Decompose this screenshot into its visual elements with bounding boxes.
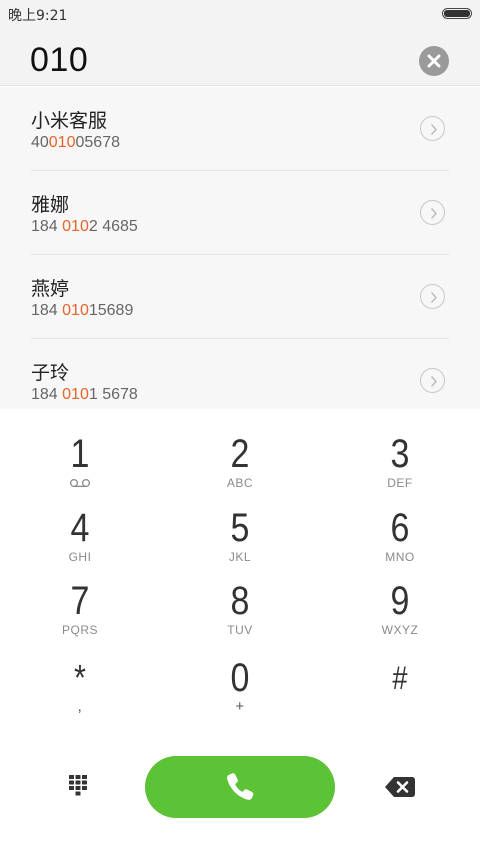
contact-number: 184 01015689 xyxy=(31,302,134,319)
matched-digits: 010 xyxy=(62,218,89,235)
matched-digits: 010 xyxy=(48,134,76,151)
key-star[interactable]: * , xyxy=(0,657,160,727)
key-0[interactable]: 0 + xyxy=(160,657,320,727)
key-1[interactable]: 1 xyxy=(0,433,160,503)
battery-icon xyxy=(442,8,472,19)
contact-name: 雅娜 xyxy=(31,194,70,216)
key-3[interactable]: 3 DEF xyxy=(320,433,480,503)
backspace-icon xyxy=(385,777,415,797)
contact-detail-button[interactable] xyxy=(420,368,445,393)
dialed-number: 010 xyxy=(30,41,89,79)
clear-icon xyxy=(427,54,441,68)
key-2[interactable]: 2 ABC xyxy=(160,433,320,503)
contact-name: 子玲 xyxy=(31,362,70,384)
status-time: 晚上9:21 xyxy=(8,8,68,24)
key-digit: 6 xyxy=(390,506,410,550)
voicemail-icon xyxy=(69,478,91,488)
key-digit: 3 xyxy=(390,432,410,476)
contact-name: 燕婷 xyxy=(31,278,70,300)
contact-suggestion-list[interactable]: 小米客服 4001005678 雅娜 184 0102 4685 燕婷 184 … xyxy=(0,87,480,409)
key-letters: WXYZ xyxy=(381,623,419,637)
chevron-right-icon xyxy=(430,291,438,304)
key-hash[interactable]: # xyxy=(320,657,480,727)
key-letters: + xyxy=(235,698,245,715)
chevron-right-icon xyxy=(430,123,438,136)
key-digit: 4 xyxy=(70,506,90,550)
contact-detail-button[interactable] xyxy=(420,200,445,225)
key-9[interactable]: 9 WXYZ xyxy=(320,580,480,650)
key-letters: ABC xyxy=(226,476,254,490)
key-digit: 0 xyxy=(230,656,250,700)
contact-number: 184 0102 4685 xyxy=(31,218,138,235)
contact-name: 小米客服 xyxy=(31,110,108,132)
call-button[interactable] xyxy=(145,756,335,818)
matched-digits: 010 xyxy=(62,386,89,403)
key-letters: JKL xyxy=(228,550,252,564)
contact-number: 4001005678 xyxy=(31,134,120,151)
key-letters: MNO xyxy=(385,550,415,564)
key-digit: 5 xyxy=(230,506,250,550)
battery-level xyxy=(444,10,470,17)
key-5[interactable]: 5 JKL xyxy=(160,507,320,577)
phone-icon xyxy=(227,773,254,800)
chevron-right-icon xyxy=(430,375,438,388)
dialpad-grid-icon xyxy=(69,775,87,796)
clear-button[interactable] xyxy=(419,46,449,76)
key-digit: 2 xyxy=(230,432,250,476)
key-letters: TUV xyxy=(227,623,253,637)
key-digit: 7 xyxy=(70,579,90,623)
matched-digits: 010 xyxy=(62,302,89,319)
key-letters: GHI xyxy=(68,550,92,564)
status-bar: 晚上9:21 xyxy=(0,0,480,28)
key-letters: DEF xyxy=(387,476,413,490)
contact-item[interactable]: 燕婷 184 01015689 xyxy=(0,255,480,339)
key-6[interactable]: 6 MNO xyxy=(320,507,480,577)
contact-item[interactable]: 子玲 184 0101 5678 xyxy=(0,339,480,409)
key-digit: # xyxy=(392,660,408,696)
chevron-right-icon xyxy=(430,207,438,220)
key-4[interactable]: 4 GHI xyxy=(0,507,160,577)
key-digit: 1 xyxy=(70,432,90,476)
dialpad-toggle-button[interactable] xyxy=(66,772,94,800)
number-display-bar: 010 xyxy=(0,28,480,86)
contact-detail-button[interactable] xyxy=(420,284,445,309)
key-letters: , xyxy=(77,698,83,715)
key-digit: 8 xyxy=(230,579,250,623)
key-7[interactable]: 7 PQRS xyxy=(0,580,160,650)
contact-number: 184 0101 5678 xyxy=(31,386,138,403)
key-digit: 9 xyxy=(390,579,410,623)
key-8[interactable]: 8 TUV xyxy=(160,580,320,650)
key-digit: * xyxy=(74,657,86,698)
backspace-button[interactable] xyxy=(384,775,416,799)
contact-detail-button[interactable] xyxy=(420,116,445,141)
contact-item[interactable]: 小米客服 4001005678 xyxy=(0,87,480,171)
contact-item[interactable]: 雅娜 184 0102 4685 xyxy=(0,171,480,255)
key-letters: PQRS xyxy=(61,623,98,637)
